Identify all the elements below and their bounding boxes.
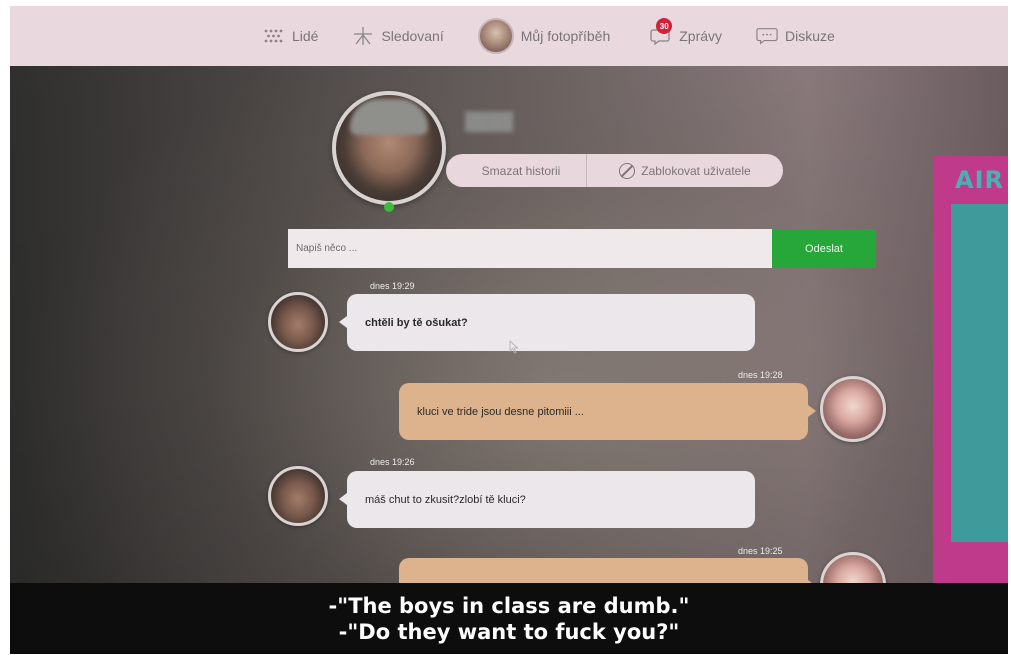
message-time: dnes 19:29 xyxy=(370,281,415,291)
nav-item-lide[interactable]: Lidé xyxy=(263,25,318,47)
message-time: dnes 19:28 xyxy=(738,370,783,380)
video-subtitles: -"The boys in class are dumb." -"Do they… xyxy=(10,583,1008,654)
profile-avatar[interactable] xyxy=(332,91,446,205)
nav-label-lide: Lidé xyxy=(292,28,319,44)
message-bubble-outgoing: kluci ve tride jsou desne pitomiii ... xyxy=(399,383,816,440)
nav-label-fotopribeh: Můj fotopříběh xyxy=(520,28,611,44)
online-status-dot xyxy=(384,202,394,212)
delete-history-label: Smazat historii xyxy=(481,163,561,178)
nav-item-diskuze[interactable]: Diskuze xyxy=(756,25,835,47)
message-text: kluci ve tride jsou desne pitomiii ... xyxy=(417,405,584,418)
block-user-button[interactable]: Zablokovat uživatele xyxy=(587,154,783,187)
video-frame: Lidé Sledovaní Můj fotopříběh 30 Zprávy … xyxy=(10,6,1008,654)
chat-bubble-icon: 30 xyxy=(650,18,673,47)
speech-bubble-icon xyxy=(756,25,778,47)
nav-item-zpravy[interactable]: 30 Zprávy xyxy=(650,18,723,47)
contact-avatar[interactable] xyxy=(268,466,328,526)
subtitle-line-2: -"Do they want to fuck you?" xyxy=(338,619,680,644)
message-time: dnes 19:25 xyxy=(738,546,783,556)
nav-label-sledovani: Sledovaní xyxy=(381,28,444,44)
subtitle-line-1: -"The boys in class are dumb." xyxy=(328,593,690,618)
nav-label-zpravy: Zprávy xyxy=(679,28,723,44)
mouse-cursor-icon xyxy=(509,340,519,354)
own-avatar[interactable] xyxy=(820,376,886,442)
side-ad[interactable]: AIR xyxy=(933,156,1008,654)
profile-actions: Smazat historii Zablokovat uživatele xyxy=(446,154,783,187)
message-text: chtěli by tě ošukat? xyxy=(365,316,468,329)
delete-history-button[interactable]: Smazat historii xyxy=(446,154,587,187)
block-icon xyxy=(619,162,636,179)
message-time: dnes 19:26 xyxy=(370,457,415,467)
message-text: máš chut to zkusit?zlobí tě kluci? xyxy=(365,493,526,506)
avatar xyxy=(477,18,514,54)
message-input[interactable] xyxy=(288,229,772,268)
contact-avatar[interactable] xyxy=(268,292,328,352)
message-bubble-incoming: chtěli by tě ošukat? xyxy=(339,294,755,351)
ad-title: AIR xyxy=(955,166,1004,194)
send-button[interactable]: Odeslat xyxy=(772,229,876,268)
profile-name-blurred: ████ xyxy=(465,112,514,131)
message-bubble-incoming: máš chut to zkusit?zlobí tě kluci? xyxy=(339,471,755,528)
top-nav: Lidé Sledovaní Můj fotopříběh 30 Zprávy … xyxy=(10,6,1008,66)
ad-image xyxy=(951,204,1008,542)
nav-item-sledovani[interactable]: Sledovaní xyxy=(352,25,444,47)
star-icon xyxy=(352,25,374,47)
nav-label-diskuze: Diskuze xyxy=(785,28,835,44)
nav-item-fotopribeh[interactable]: Můj fotopříběh xyxy=(477,18,611,54)
block-user-label: Zablokovat uživatele xyxy=(641,163,751,178)
people-dots-icon xyxy=(263,25,285,47)
